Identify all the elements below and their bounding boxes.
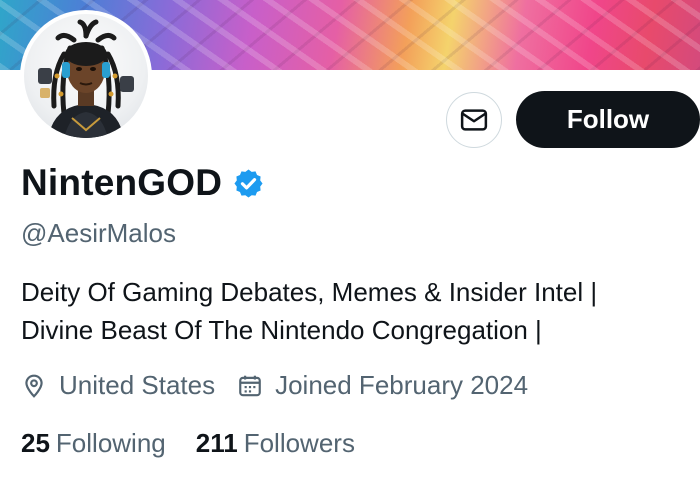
location-item: United States	[21, 370, 215, 401]
user-handle: @AesirMalos	[21, 218, 176, 248]
profile-avatar[interactable]	[20, 10, 152, 142]
followers-label: Followers	[243, 428, 355, 458]
map-pin-icon	[25, 374, 43, 398]
following-count: 25	[21, 428, 50, 458]
followers-link[interactable]: 211 Followers	[196, 428, 355, 459]
bio-line: Divine Beast Of The Nintendo Congregatio…	[21, 315, 542, 345]
follow-button[interactable]: Follow	[516, 91, 700, 148]
followers-count: 211	[195, 428, 238, 458]
bio-line: Deity Of Gaming Debates, Memes & Insider…	[21, 277, 598, 307]
follow-stats: 25 Following 211 Followers	[21, 428, 385, 459]
following-link[interactable]: 25 Following	[21, 428, 166, 459]
display-name: NintenGOD	[21, 162, 223, 203]
avatar-image	[24, 14, 148, 138]
joined-text: Joined February 2024	[275, 370, 529, 400]
following-label: Following	[55, 428, 166, 458]
verified-badge-icon[interactable]	[232, 167, 265, 200]
joined-item: Joined February 2024	[237, 370, 528, 401]
calendar-icon	[239, 375, 261, 396]
name-row: NintenGOD	[21, 162, 265, 204]
message-button[interactable]	[446, 92, 502, 148]
location-text: United States	[59, 370, 216, 400]
profile-bio: Deity Of Gaming Debates, Memes & Insider…	[21, 273, 597, 349]
profile-meta: United States Joined February 2024	[21, 370, 550, 401]
avatar-illustration	[38, 19, 134, 138]
envelope-icon	[460, 109, 488, 131]
